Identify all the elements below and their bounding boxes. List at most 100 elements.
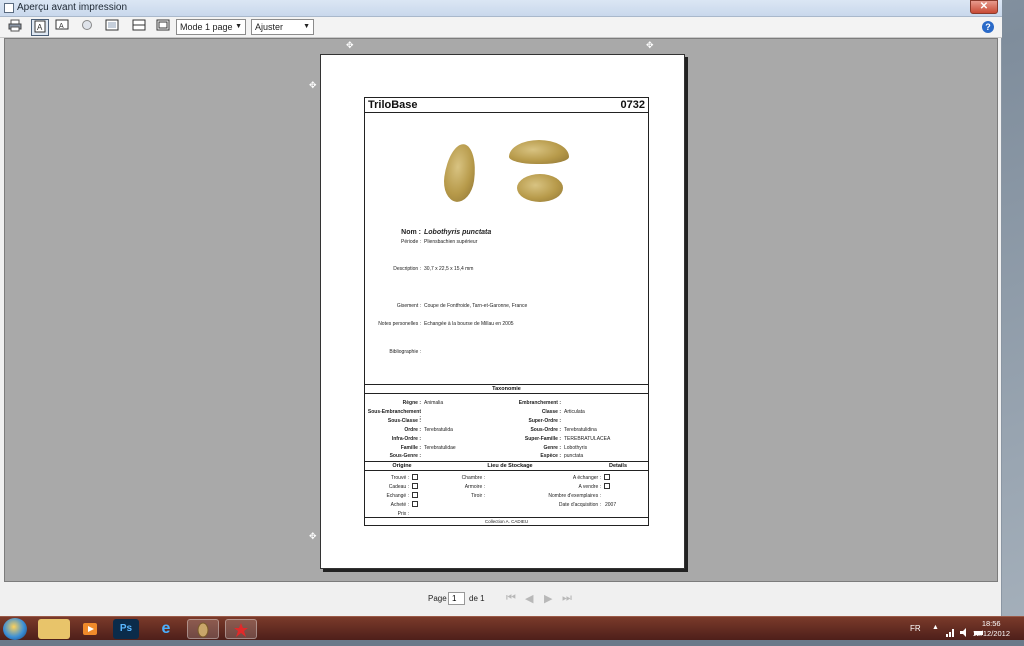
- page-mode-select[interactable]: Mode 1 page ▼: [176, 19, 246, 35]
- internet-explorer-icon[interactable]: e: [150, 619, 182, 639]
- desktop: Aperçu avant impression ✕ A A Mode 1 pag…: [0, 0, 1024, 640]
- taxonomy-value: Animalia: [424, 400, 444, 406]
- gisement-label: Gisement :: [396, 303, 421, 309]
- description-label: Description :: [393, 266, 421, 272]
- page-number-input[interactable]: 1: [448, 592, 465, 605]
- taxonomy-value: Terebratulidina: [564, 427, 597, 433]
- one-page-icon[interactable]: [103, 19, 121, 36]
- chevron-down-icon: ▼: [235, 23, 242, 30]
- details-checkbox[interactable]: [604, 483, 610, 489]
- navigation-bar: Page 1 de 1 ⏮ ◀ ▶ ⏭: [4, 583, 998, 614]
- fossil-card: TriloBase 0732 Nom : Lobothyris punctata…: [364, 97, 649, 526]
- taskbar: Ps e FR ▲ 18:56 12/12/2012: [0, 616, 1024, 640]
- zoom-select[interactable]: Ajuster ▼: [251, 19, 314, 35]
- taxonomy-label: Règne :: [402, 400, 421, 406]
- stockage-label: Tiroir :: [471, 493, 485, 499]
- taxonomy-label: Espèce :: [540, 453, 561, 459]
- page-label: Page: [428, 594, 447, 603]
- origine-label: Echangé :: [386, 493, 409, 499]
- details-label: Date d'acquisition :: [558, 502, 601, 508]
- photoshop-icon[interactable]: Ps: [113, 619, 139, 639]
- margin-handle-bottom-icon[interactable]: ✥: [309, 531, 317, 542]
- periode-label: Période :: [400, 239, 421, 245]
- explorer-icon[interactable]: [38, 619, 70, 639]
- origine-label: Acheté :: [390, 502, 409, 508]
- stockage-label: Chambre :: [461, 475, 485, 481]
- trilobase-icon[interactable]: [187, 619, 219, 639]
- system-tray: FR ▲ 18:56 12/12/2012: [884, 617, 1024, 641]
- periode-value: Pliensbachien supérieur: [424, 239, 478, 245]
- details-label: Nombre d'exemplaires :: [548, 493, 601, 499]
- taxonomy-value: Lobothyris: [564, 445, 588, 451]
- origine-checkbox[interactable]: [412, 501, 418, 507]
- fit-page-icon[interactable]: A: [31, 19, 49, 36]
- fossil-photo-top: [517, 174, 563, 202]
- taxonomy-label: Classe :: [541, 409, 561, 415]
- details-value: 2007: [605, 502, 617, 508]
- divider: [365, 393, 648, 394]
- first-page-icon[interactable]: ⏮: [506, 592, 516, 605]
- toolbar: A A Mode 1 page ▼ Ajuster ▼ ?: [0, 17, 1002, 38]
- help-icon[interactable]: ?: [982, 21, 994, 33]
- stockage-title: Lieu de Stockage: [487, 463, 533, 469]
- fossil-photo-front: [441, 142, 479, 204]
- app-name: TriloBase: [368, 99, 418, 111]
- taxonomy-label: Sous-Genre :: [389, 453, 421, 459]
- specimen-number: 0732: [620, 99, 645, 111]
- taxonomy-label: Famille :: [400, 445, 421, 451]
- svg-text:A: A: [59, 23, 64, 30]
- clock[interactable]: 18:56 12/12/2012: [972, 619, 1010, 639]
- divider: [365, 461, 648, 462]
- full-screen-icon[interactable]: [154, 19, 172, 36]
- network-icon[interactable]: [946, 624, 955, 637]
- description-value: 30,7 x 22,5 x 15,4 mm: [424, 266, 474, 272]
- taxonomy-label: Embranchement :: [518, 400, 561, 406]
- notes-label: Notes personelles :: [378, 321, 421, 327]
- bibliographie-label: Bibliographie :: [389, 349, 421, 355]
- gisement-value: Coupe de Fontfroide, Tarn-et-Garonne, Fr…: [424, 303, 528, 309]
- taxonomy-label: Super-Ordre :: [528, 418, 561, 424]
- nom-value: Lobothyris punctata: [424, 229, 492, 236]
- origine-checkbox[interactable]: [412, 483, 418, 489]
- nom-label: Nom :: [401, 229, 421, 236]
- details-label: A vendre :: [578, 484, 601, 490]
- origine-label: Cadeau :: [388, 484, 409, 490]
- start-button[interactable]: [3, 618, 27, 640]
- two-pages-icon[interactable]: [130, 19, 148, 36]
- zoom-value: Ajuster: [255, 22, 284, 32]
- margin-handle-left-icon[interactable]: ✥: [346, 40, 354, 51]
- printer-icon[interactable]: [6, 19, 24, 36]
- origine-checkbox[interactable]: [412, 474, 418, 480]
- chevron-down-icon: ▼: [303, 23, 310, 30]
- print-preview-window: Aperçu avant impression ✕ A A Mode 1 pag…: [0, 0, 1002, 616]
- zoom-icon[interactable]: [78, 19, 96, 36]
- taxonomy-value: Terebratulidae: [424, 445, 456, 451]
- previous-page-icon[interactable]: ◀: [525, 592, 533, 605]
- divider: [365, 517, 648, 518]
- last-page-icon[interactable]: ⏭: [562, 592, 572, 605]
- divider: [365, 384, 648, 385]
- media-player-icon[interactable]: [74, 619, 106, 639]
- next-page-icon[interactable]: ▶: [544, 592, 552, 605]
- language-indicator[interactable]: FR: [910, 624, 921, 633]
- details-label: A échanger :: [572, 475, 601, 481]
- show-hidden-icons-icon[interactable]: ▲: [932, 624, 939, 631]
- taxonomie-title: Taxonomie: [492, 386, 521, 392]
- origine-title: Origine: [392, 463, 412, 469]
- taxonomy-label: Sous-Classe :: [387, 418, 421, 424]
- taxonomy-label: Genre :: [543, 445, 561, 451]
- svg-text:A: A: [37, 23, 43, 32]
- app-icon[interactable]: [225, 619, 257, 639]
- origine-label: Trouvé :: [390, 475, 409, 481]
- margin-handle-right-icon[interactable]: ✥: [646, 40, 654, 51]
- details-title: Details: [608, 463, 628, 469]
- page-count: de 1: [469, 594, 485, 603]
- preview-area[interactable]: ✥ ✥ ✥ ✥ TriloBase 0732 Nom : Lobothyris …: [4, 38, 998, 582]
- margin-handle-top-icon[interactable]: ✥: [309, 80, 317, 91]
- origine-checkbox[interactable]: [412, 492, 418, 498]
- close-button[interactable]: ✕: [970, 0, 998, 14]
- details-checkbox[interactable]: [604, 474, 610, 480]
- volume-icon[interactable]: [960, 624, 969, 637]
- fit-width-icon[interactable]: A: [53, 19, 71, 36]
- window-icon: [4, 3, 14, 13]
